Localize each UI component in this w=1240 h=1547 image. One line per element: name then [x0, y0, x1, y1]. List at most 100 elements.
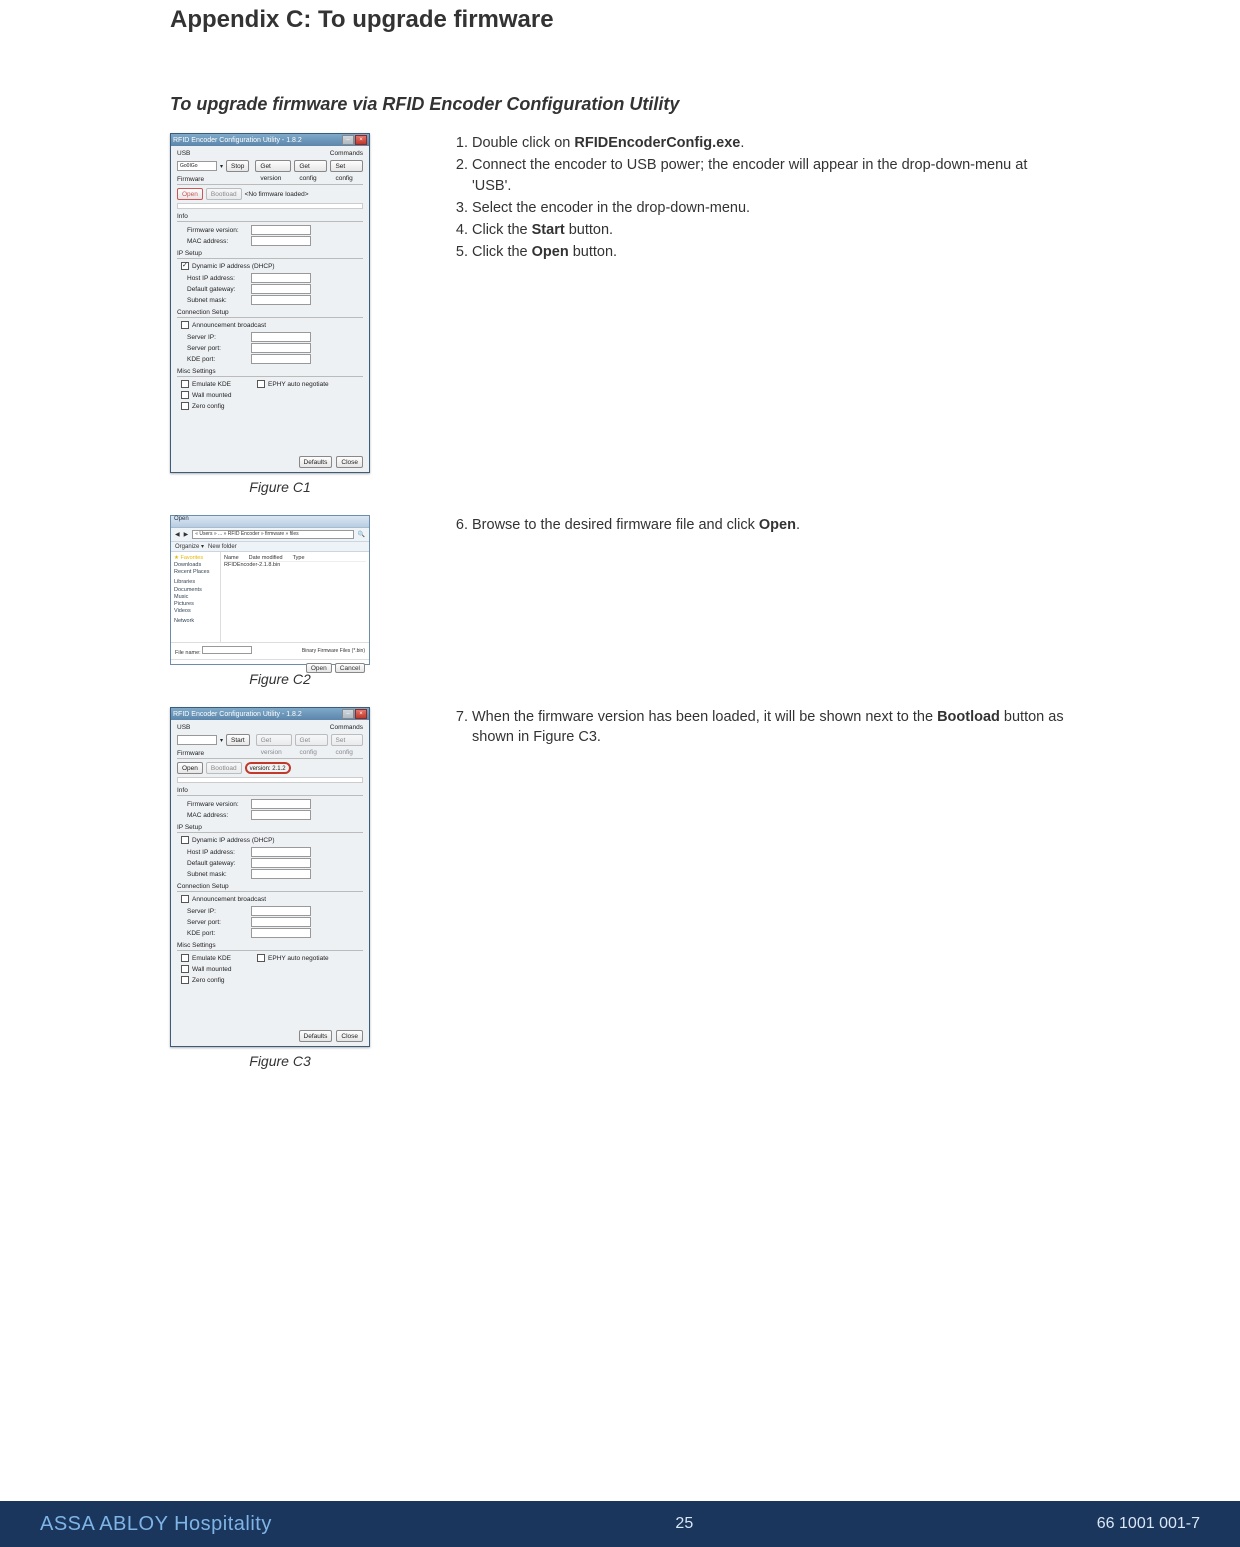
back-icon: ◀: [175, 531, 180, 538]
lib-videos: Videos: [174, 608, 217, 615]
checkbox-emulate: [181, 954, 189, 962]
label-serverip: Server IP:: [187, 908, 247, 915]
label-mac: MAC address:: [187, 812, 247, 819]
dialog-title: Open: [171, 516, 189, 522]
footer-doc-number: 66 1001 001-7: [1097, 1515, 1200, 1533]
group-ip: IP Setup: [177, 824, 363, 833]
input-serverip: [251, 906, 311, 916]
group-conn: Connection Setup: [177, 309, 363, 318]
label-kdeport: KDE port:: [187, 930, 247, 937]
defaults-button: Defaults: [299, 1030, 333, 1042]
label-emulate: Emulate KDE: [192, 381, 231, 388]
bootload-button: Bootload: [206, 762, 242, 774]
stop-button: Stop: [226, 160, 249, 172]
label-serverport: Server port:: [187, 919, 247, 926]
label-zero: Zero config: [192, 977, 225, 984]
usb-label: USB: [177, 150, 190, 157]
dialog-cancel-button: Cancel: [335, 663, 365, 673]
libraries-group: Libraries: [174, 579, 217, 586]
input-hostip: [251, 273, 311, 283]
label-mask: Subnet mask:: [187, 871, 247, 878]
label-ephy: EPHY auto negotiate: [268, 955, 329, 962]
input-serverport: [251, 917, 311, 927]
col-type: Type: [293, 555, 305, 561]
get-version-button: Get version: [255, 160, 291, 172]
checkbox-wall: [181, 965, 189, 973]
minimize-icon: –: [342, 709, 354, 719]
group-misc: Misc Settings: [177, 942, 363, 951]
figure-c1-caption: Figure C1: [170, 479, 390, 495]
filter-dropdown: Binary Firmware Files (*.bin): [302, 648, 365, 654]
group-conn: Connection Setup: [177, 883, 363, 892]
fav-downloads: Downloads: [174, 562, 217, 569]
fav-recent: Recent Places: [174, 569, 217, 576]
checkbox-emulate: [181, 380, 189, 388]
figure-c3-caption: Figure C3: [170, 1053, 390, 1069]
label-dhcp: Dynamic IP address (DHCP): [192, 837, 275, 844]
input-mask: [251, 295, 311, 305]
label-gateway: Default gateway:: [187, 860, 247, 867]
footer-page-number: 25: [675, 1515, 693, 1533]
new-folder: New folder: [208, 544, 237, 550]
checkbox-zero: [181, 402, 189, 410]
checkbox-dhcp: [181, 262, 189, 270]
footer-brand: ASSA ABLOY Hospitality: [40, 1513, 272, 1536]
set-config-button: Set config: [331, 734, 363, 746]
usb-label: USB: [177, 724, 190, 731]
checkbox-ephy: [257, 380, 265, 388]
usb-dropdown: [177, 735, 217, 745]
page-footer: ASSA ABLOY Hospitality 25 66 1001 001-7: [0, 1501, 1240, 1547]
label-serverip: Server IP:: [187, 334, 247, 341]
step-6: Browse to the desired firmware file and …: [472, 515, 1070, 535]
input-mask: [251, 869, 311, 879]
label-mask: Subnet mask:: [187, 297, 247, 304]
label-fwver: Firmware version:: [187, 227, 247, 234]
file-item: RFIDEncoder-2.1.8.bin: [224, 562, 366, 568]
label-announce: Announcement broadcast: [192, 896, 266, 903]
set-config-button: Set config: [330, 160, 363, 172]
input-fwver: [251, 799, 311, 809]
label-hostip: Host IP address:: [187, 275, 247, 282]
checkbox-announce: [181, 895, 189, 903]
close-button: Close: [336, 1030, 363, 1042]
get-config-button: Get config: [295, 734, 328, 746]
filename-label: File name:: [175, 650, 201, 656]
input-hostip: [251, 847, 311, 857]
label-emulate: Emulate KDE: [192, 955, 231, 962]
input-mac: [251, 810, 311, 820]
group-ip: IP Setup: [177, 250, 363, 259]
page-title: Appendix C: To upgrade firmware: [170, 0, 1070, 34]
step-1: Double click on RFIDEncoderConfig.exe.: [472, 133, 1070, 153]
label-announce: Announcement broadcast: [192, 322, 266, 329]
close-button: Close: [336, 456, 363, 468]
group-misc: Misc Settings: [177, 368, 363, 377]
step-4: Click the Start button.: [472, 220, 1070, 240]
step-7: When the firmware version has been loade…: [472, 707, 1070, 748]
bootload-button: Bootload: [206, 188, 242, 200]
input-kdeport: [251, 354, 311, 364]
input-mac: [251, 236, 311, 246]
version-badge: version: 2.1.2: [245, 762, 291, 774]
col-name: Name: [224, 555, 239, 561]
checkbox-dhcp: [181, 836, 189, 844]
commands-label: Commands: [330, 150, 363, 157]
col-date: Date modified: [249, 555, 283, 561]
step-5: Click the Open button.: [472, 242, 1070, 262]
window-title: RFID Encoder Configuration Utility - 1.8…: [173, 137, 302, 144]
network-group: Network: [174, 618, 217, 625]
open-button: Open: [177, 762, 203, 774]
lib-music: Music: [174, 594, 217, 601]
step-3: Select the encoder in the drop-down-menu…: [472, 198, 1070, 218]
label-gateway: Default gateway:: [187, 286, 247, 293]
minimize-icon: –: [342, 135, 354, 145]
label-serverport: Server port:: [187, 345, 247, 352]
group-info: Info: [177, 213, 363, 222]
figure-c2-dialog: Open ◀ ▶ « Users » ... » RFID Encoder » …: [170, 515, 370, 665]
open-button: Open: [177, 188, 203, 200]
label-ephy: EPHY auto negotiate: [268, 381, 329, 388]
favorites-group: ★ Favorites: [174, 555, 217, 562]
lib-documents: Documents: [174, 587, 217, 594]
path-field: « Users » ... » RFID Encoder » firmware …: [192, 530, 353, 539]
start-button: Start: [226, 734, 250, 746]
get-config-button: Get config: [294, 160, 327, 172]
